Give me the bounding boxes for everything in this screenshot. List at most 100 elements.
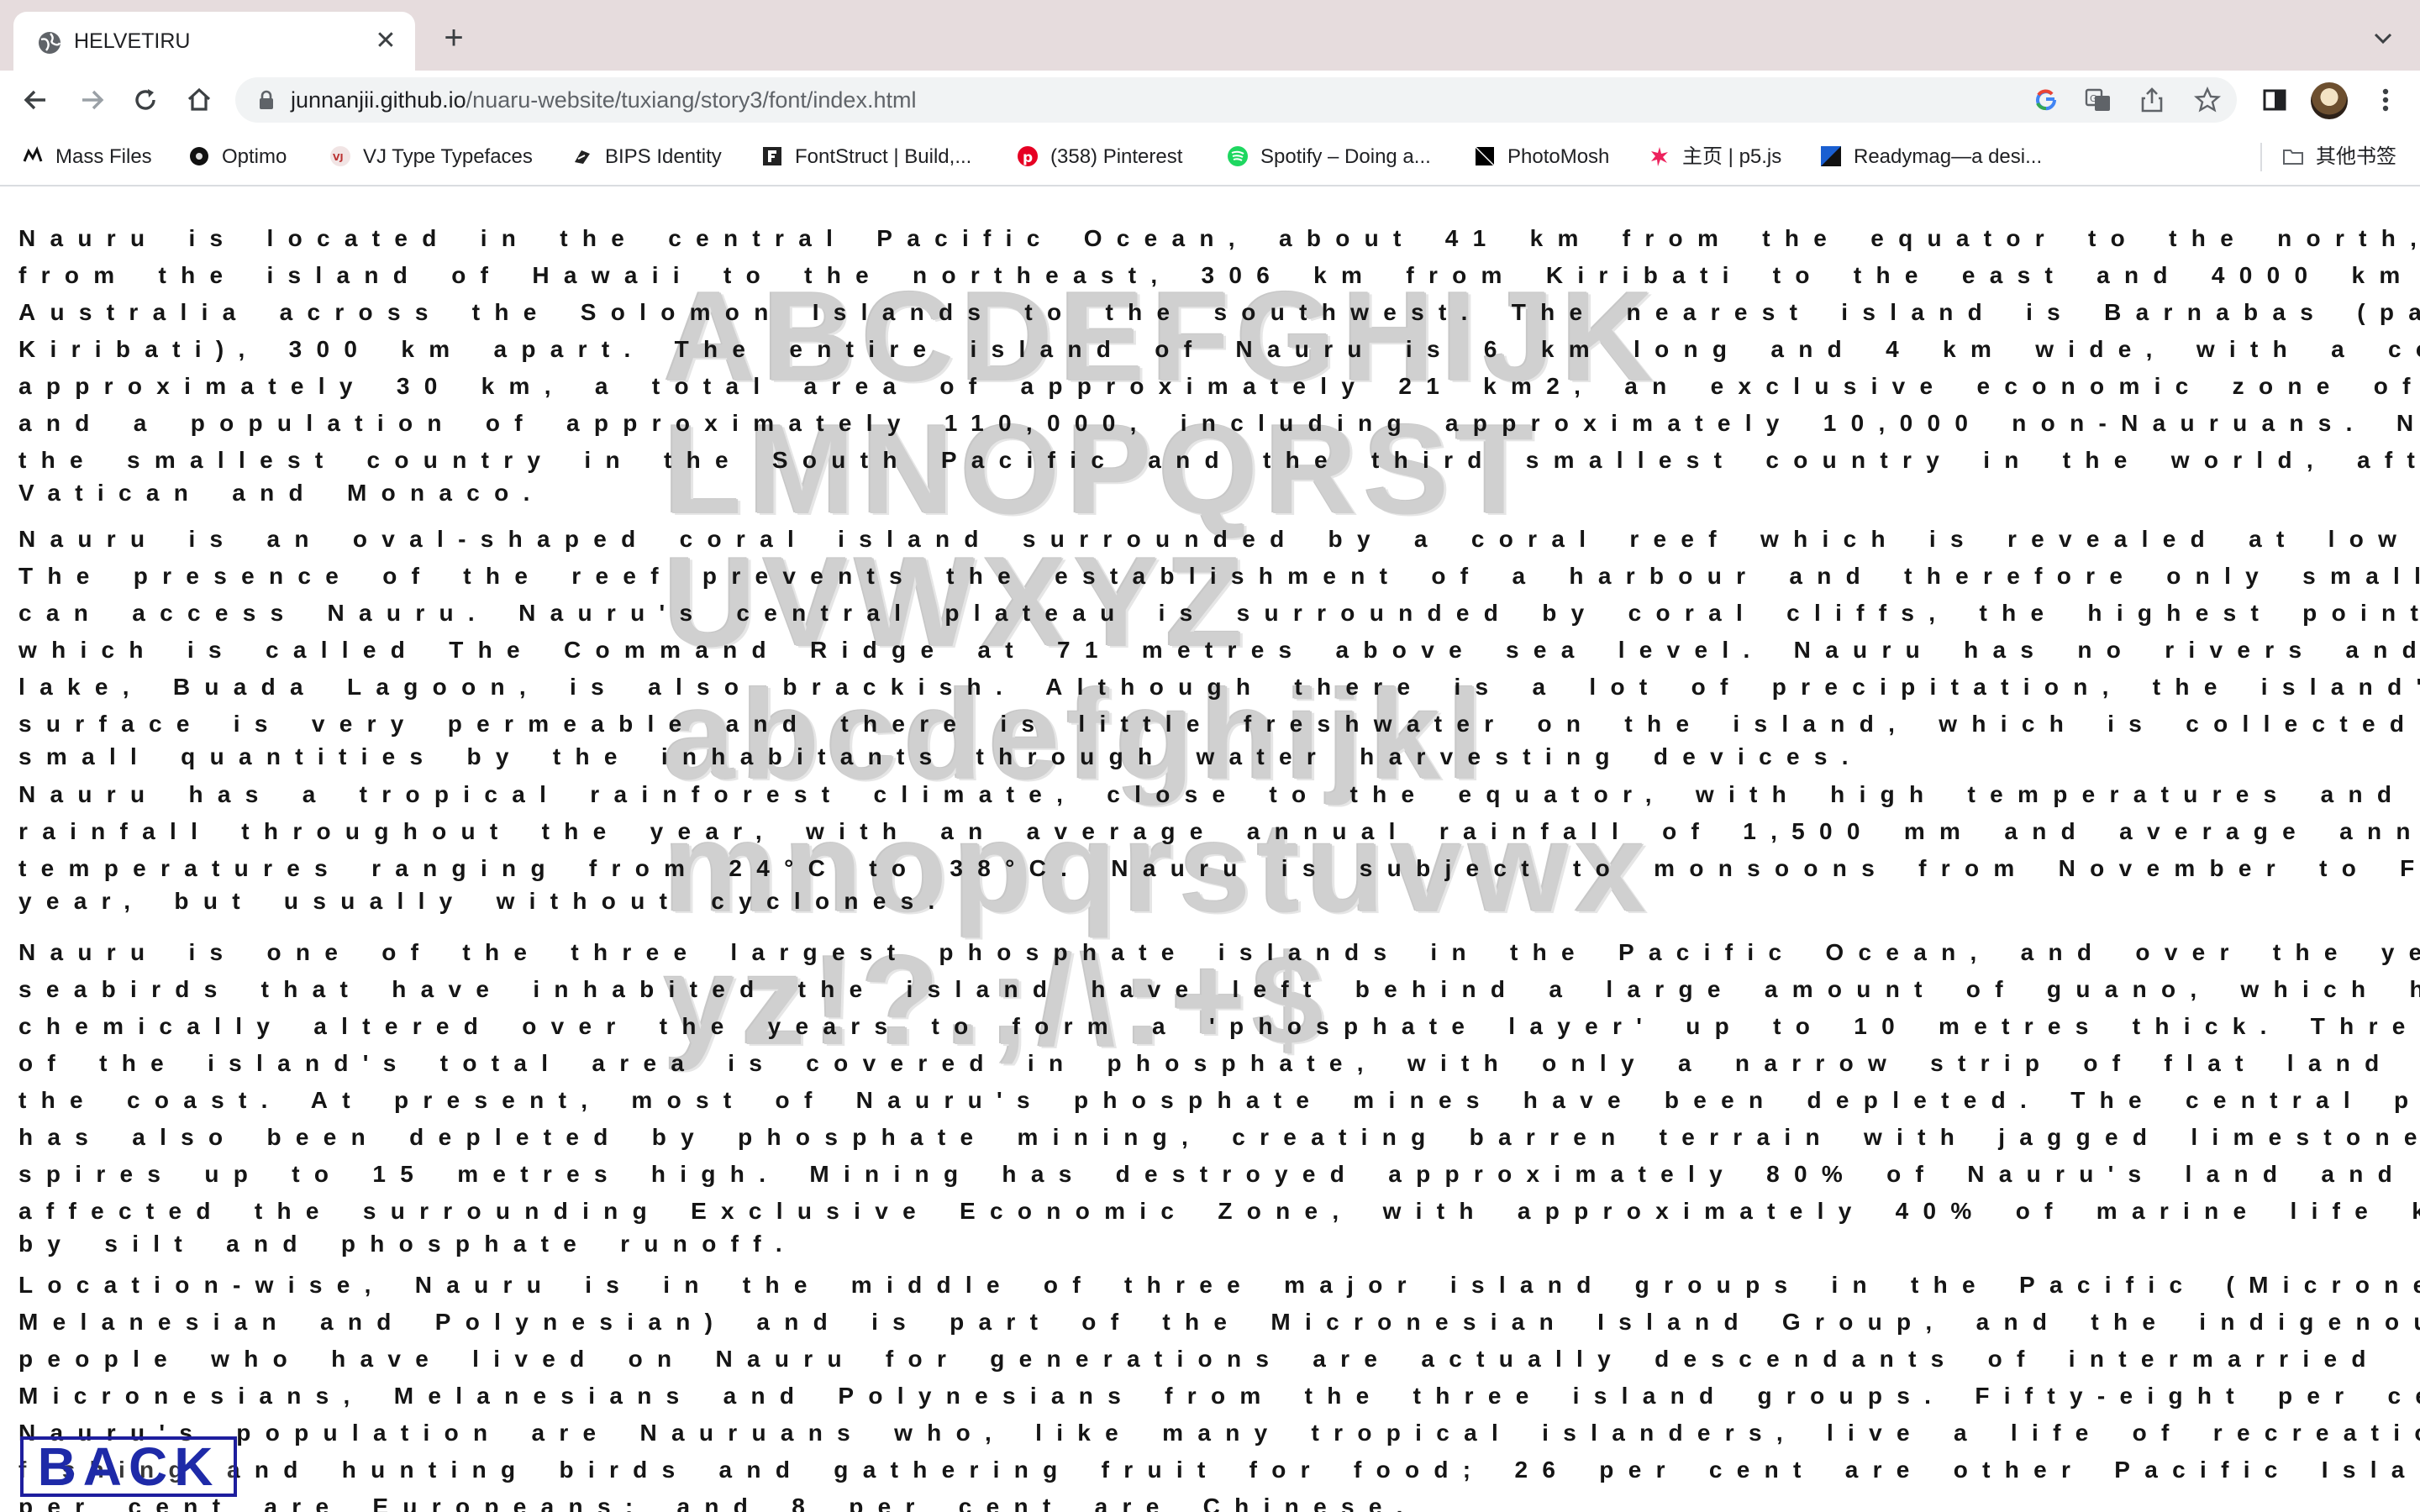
optimo-icon bbox=[190, 146, 208, 165]
vj-icon: VJ bbox=[330, 145, 350, 166]
bips-icon bbox=[575, 150, 590, 164]
text-line: approximately 30 km, a total area of app… bbox=[18, 373, 2420, 399]
text-line: Nauru is located in the central Pacific … bbox=[18, 225, 2420, 251]
star-icon[interactable] bbox=[2193, 86, 2222, 114]
paragraph-island: Nauru is an oval-shaped coral island sur… bbox=[18, 521, 2420, 771]
bookmark-label: Readymag—a desi... bbox=[1854, 145, 2043, 168]
text-line: temperatures ranging from 24°C to 38°C. … bbox=[18, 855, 2420, 881]
paragraph-climate: Nauru has a tropical rainforest climate,… bbox=[18, 776, 2420, 916]
forward-arrow-icon[interactable] bbox=[74, 82, 109, 118]
other-bookmarks-label: 其他书签 bbox=[2316, 145, 2396, 168]
side-panel-icon[interactable] bbox=[2257, 82, 2292, 118]
google-icon[interactable] bbox=[2032, 86, 2060, 114]
photomosh-icon bbox=[1475, 146, 1495, 166]
text-line: spires up to 15 metres high. Mining has … bbox=[18, 1161, 2420, 1187]
other-bookmarks[interactable]: 其他书签 bbox=[2282, 129, 2396, 185]
readymag-icon bbox=[1821, 145, 1841, 166]
text-line: of the island's total area is covered in… bbox=[18, 1050, 2420, 1076]
text-line: Nauru is an oval-shaped coral island sur… bbox=[18, 526, 2420, 552]
bookmark-p5js[interactable]: 主页 | p5.js bbox=[1649, 129, 1781, 185]
fontstruct-icon bbox=[763, 146, 781, 165]
text-line: Vatican and Monaco. bbox=[18, 480, 544, 506]
share-icon[interactable] bbox=[2138, 86, 2166, 114]
text-line: The presence of the reef prevents the es… bbox=[18, 563, 2420, 589]
text-line: by silt and phosphate runoff. bbox=[18, 1231, 797, 1257]
translate-icon[interactable]: G bbox=[2084, 86, 2112, 114]
back-button[interactable]: BACK bbox=[20, 1436, 237, 1497]
page-content: ABCDEFGHIJK LMNOPQRST UVWXYZ abcdefghijk… bbox=[0, 186, 2420, 1512]
tab-strip: HELVETIRU ✕ + bbox=[0, 0, 2420, 71]
bookmarks-separator bbox=[2260, 143, 2262, 171]
svg-text:G: G bbox=[2090, 93, 2097, 104]
text-line: which is called The Command Ridge at 71 … bbox=[18, 637, 2420, 663]
menu-dots-icon[interactable] bbox=[2368, 82, 2403, 118]
text-line: small quantities by the inhabitants thro… bbox=[18, 743, 1863, 769]
text-line: year, but usually without cyclones. bbox=[18, 888, 950, 914]
text-line: Location-wise, Nauru is in the middle of… bbox=[18, 1272, 2420, 1298]
bookmark-fontstruct[interactable]: FontStruct | Build,... bbox=[761, 129, 971, 185]
text-line: Australia across the Solomon Islands to … bbox=[18, 299, 2420, 325]
globe-icon bbox=[39, 32, 61, 54]
bookmark-label: VJ Type Typefaces bbox=[363, 145, 533, 168]
text-line: lake, Buada Lagoon, is also brackish. Al… bbox=[18, 674, 2420, 700]
address-bar[interactable]: junnanjii.github.io/nuaru-website/tuxian… bbox=[235, 77, 2237, 123]
paragraph-phosphate: Nauru is one of the three largest phosph… bbox=[18, 934, 2420, 1258]
text-line: Nauru is one of the three largest phosph… bbox=[18, 939, 2420, 965]
bookmark-pinterest[interactable]: p (358) Pinterest bbox=[1017, 129, 1182, 185]
mass-files-icon bbox=[23, 145, 43, 162]
bookmark-photomosh[interactable]: PhotoMosh bbox=[1474, 129, 1609, 185]
p5js-icon bbox=[1651, 146, 1668, 166]
text-line: Nauru's population are Nauruans who, lik… bbox=[18, 1420, 2420, 1446]
text-line: fishing and hunting birds and gathering … bbox=[18, 1457, 2420, 1483]
text-line: people who have lived on Nauru for gener… bbox=[18, 1346, 2381, 1372]
new-tab-icon[interactable]: + bbox=[437, 21, 471, 55]
bookmark-readymag[interactable]: Readymag—a desi... bbox=[1820, 129, 2042, 185]
home-icon[interactable] bbox=[182, 82, 217, 118]
lock-icon[interactable] bbox=[257, 90, 276, 110]
text-line: has also been depleted by phosphate mini… bbox=[18, 1124, 2420, 1150]
bookmark-optimo[interactable]: Optimo bbox=[188, 129, 287, 185]
text-line: affected the surrounding Exclusive Econo… bbox=[18, 1198, 2420, 1224]
paragraph-geography: Nauru is located in the central Pacific … bbox=[18, 220, 2420, 507]
tab-title: HELVETIRU bbox=[74, 29, 191, 53]
text-line: surface is very permeable and there is l… bbox=[18, 711, 2420, 737]
bookmark-label: Optimo bbox=[222, 145, 287, 168]
url-host: junnanjii.github.io bbox=[291, 87, 466, 113]
text-line: the smallest country in the South Pacifi… bbox=[18, 447, 2420, 473]
pinterest-icon: p bbox=[1018, 145, 1038, 166]
bookmark-label: PhotoMosh bbox=[1507, 145, 1610, 168]
browser-toolbar: junnanjii.github.io/nuaru-website/tuxian… bbox=[0, 71, 2420, 129]
text-line: and a population of approximately 110,00… bbox=[18, 410, 2420, 436]
back-arrow-icon[interactable] bbox=[18, 82, 54, 118]
bookmark-mass-files[interactable]: Mass Files bbox=[22, 129, 152, 185]
bookmark-label: BIPS Identity bbox=[605, 145, 722, 168]
svg-text:VJ: VJ bbox=[333, 152, 344, 163]
bookmark-spotify[interactable]: Spotify – Doing a... bbox=[1227, 129, 1431, 185]
bookmark-label: FontStruct | Build,... bbox=[795, 145, 972, 168]
url-path: /nuaru-website/tuxiang/story3/font/index… bbox=[466, 87, 917, 113]
bookmark-label: Spotify – Doing a... bbox=[1260, 145, 1431, 168]
text-line: chemically altered over the years to for… bbox=[18, 1013, 2420, 1039]
bookmark-label: (358) Pinterest bbox=[1050, 145, 1183, 168]
text-line: from the island of Hawaii to the northea… bbox=[18, 262, 2420, 288]
text-line: Nauru has a tropical rainforest climate,… bbox=[18, 781, 2407, 807]
text-line: Kiribati), 300 km apart. The entire isla… bbox=[18, 336, 2420, 362]
bookmark-bips[interactable]: BIPS Identity bbox=[571, 129, 722, 185]
url-text[interactable]: junnanjii.github.io/nuaru-website/tuxian… bbox=[291, 77, 916, 123]
text-line: Micronesians, Melanesians and Polynesian… bbox=[18, 1383, 2420, 1409]
profile-avatar[interactable] bbox=[2311, 82, 2348, 119]
reload-icon[interactable] bbox=[128, 82, 163, 118]
chevron-down-icon[interactable] bbox=[2366, 22, 2400, 55]
text-line: Melanesian and Polynesian) and is part o… bbox=[18, 1309, 2420, 1335]
text-line: can access Nauru. Nauru's central platea… bbox=[18, 600, 2420, 626]
paragraph-population: Location-wise, Nauru is in the middle of… bbox=[18, 1267, 2420, 1512]
text-line: per cent are Europeans; and 8 per cent a… bbox=[18, 1494, 1418, 1512]
text-line: rainfall throughout the year, with an av… bbox=[18, 818, 2420, 844]
text-line: seabirds that have inhabited the island … bbox=[18, 976, 2420, 1002]
bookmark-label: 主页 | p5.js bbox=[1682, 145, 1782, 168]
bookmark-label: Mass Files bbox=[55, 145, 152, 168]
close-tab-icon[interactable]: ✕ bbox=[371, 27, 400, 55]
browser-tab[interactable]: HELVETIRU ✕ bbox=[13, 12, 415, 71]
bookmark-vj-type[interactable]: VJ VJ Type Typefaces bbox=[329, 129, 533, 185]
spotify-icon bbox=[1228, 145, 1248, 166]
